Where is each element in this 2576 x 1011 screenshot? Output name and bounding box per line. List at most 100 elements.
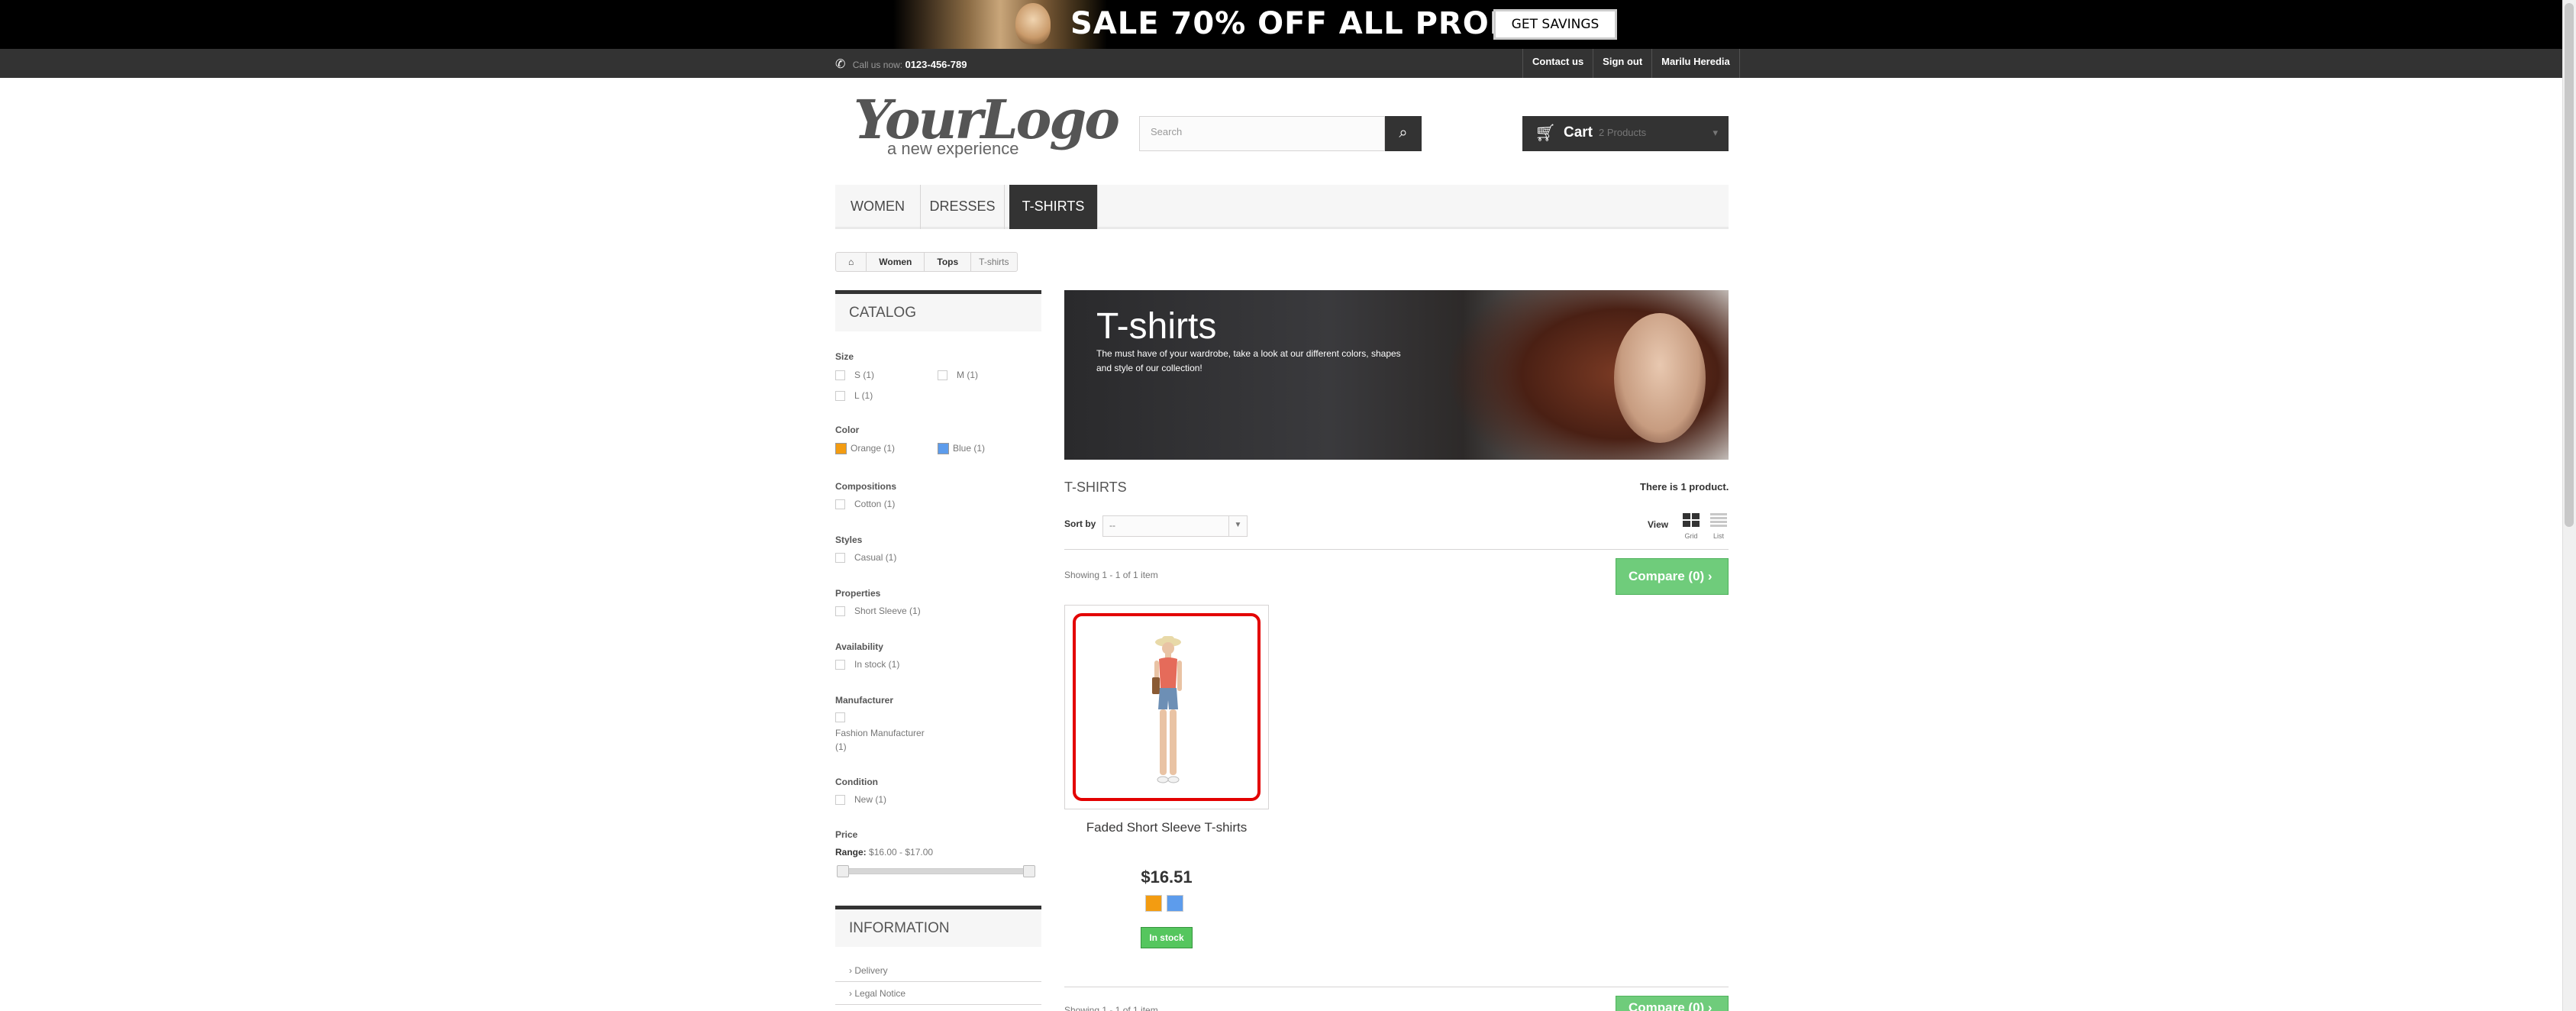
checkbox[interactable] [835,712,845,723]
product-name[interactable]: Faded Short Sleeve T-shirts [1064,820,1269,835]
view-label: View [1648,519,1669,530]
price-slider-min-handle[interactable] [837,865,849,877]
filter-availability-label: Availability [835,641,883,652]
cart-icon: 🛒︎ [1535,123,1556,142]
product-card[interactable] [1064,605,1269,809]
chevron-down-icon: ▼ [1228,516,1247,536]
filter-short-sleeve[interactable]: Short Sleeve (1) [835,606,921,617]
product-swatch-orange[interactable] [1145,895,1162,912]
category-heading: T-SHIRTS [1064,480,1127,495]
price-range: Range: $16.00 - $17.00 [835,847,933,858]
filter-short-sleeve-label: Short Sleeve (1) [854,606,921,616]
checkbox[interactable] [835,499,845,510]
contact-us-link[interactable]: Contact us [1522,49,1593,78]
filter-manufacturer-checkbox[interactable] [835,712,854,723]
menu-item-dresses[interactable]: DRESSES [921,185,1005,229]
filter-color-label: Color [835,425,860,435]
get-savings-button[interactable]: GET SAVINGS NOW [1493,9,1617,58]
account-link[interactable]: Marilu Heredia [1651,49,1740,78]
showing-count-bottom: Showing 1 - 1 of 1 item [1064,1005,1158,1011]
orange-swatch[interactable] [835,443,847,455]
checkbox[interactable] [835,606,845,617]
price-range-value: $16.00 - $17.00 [869,847,934,858]
checkbox[interactable] [835,370,845,381]
filter-color-orange[interactable]: Orange (1) [835,443,895,455]
grid-icon [1683,513,1700,527]
compare-button-bottom[interactable]: Compare (0) › [1616,996,1729,1011]
product-price: $16.51 [1141,867,1193,887]
filter-condition-label: Condition [835,777,878,787]
filter-size-l-label: L (1) [854,390,873,401]
filter-casual[interactable]: Casual (1) [835,552,896,564]
menu-item-t-shirts[interactable]: T-SHIRTS [1009,185,1098,229]
cart-count: 2 Products [1599,127,1647,138]
filter-manufacturer-count: (1) [835,741,847,752]
compare-label: Compare (0) [1629,1000,1705,1011]
price-slider-max-handle[interactable] [1023,865,1035,877]
home-icon[interactable]: ⌂ [836,253,867,271]
filter-price-label: Price [835,829,858,840]
main-menu: WOMEN DRESSES T-SHIRTS [835,185,1729,229]
top-links: Contact us Sign out Marilu Heredia [1522,49,1740,78]
chevron-right-icon: › [1707,1000,1712,1011]
search-button[interactable]: ⌕ [1385,116,1422,151]
list-icon [1710,513,1727,527]
divider [1064,549,1729,550]
phone-icon: ✆ [835,58,846,71]
list-view-label: List [1712,532,1724,540]
showing-count: Showing 1 - 1 of 1 item [1064,570,1158,580]
sign-out-link[interactable]: Sign out [1593,49,1651,78]
grid-view-button[interactable]: Grid [1683,513,1700,540]
breadcrumb-tops[interactable]: Tops [925,253,972,271]
banner-face-image [1614,313,1706,443]
call-us-label: Call us now: [852,60,903,70]
filter-size-s[interactable]: S (1) [835,370,874,381]
filter-manufacturer-name[interactable]: Fashion Manufacturer [835,728,925,738]
sort-by-label: Sort by [1064,518,1096,529]
checkbox[interactable] [835,660,845,670]
list-view-button[interactable]: List [1710,513,1727,540]
compare-button[interactable]: Compare (0) › [1616,558,1729,595]
breadcrumb-current: T-shirts [979,257,1009,267]
checkbox[interactable] [835,795,845,806]
filter-color-blue-label: Blue (1) [953,443,986,454]
site-logo[interactable]: YourLogo a new experience [854,93,1120,159]
filter-new[interactable]: New (1) [835,794,887,806]
filter-size-m[interactable]: M (1) [938,370,978,381]
filter-styles-label: Styles [835,535,863,545]
checkbox[interactable] [835,391,845,402]
info-delivery-label: Delivery [854,965,888,976]
product-image[interactable] [1073,613,1261,801]
breadcrumb: ⌂ Women Tops T-shirts [835,252,1018,272]
info-legal-notice-label: Legal Notice [854,988,906,999]
filter-size-m-label: M (1) [957,370,978,380]
cart-label: Cart [1564,124,1593,141]
compare-label: Compare (0) [1629,569,1705,583]
filter-cotton-label: Cotton (1) [854,499,896,509]
scrollbar-thumb[interactable] [2565,3,2574,527]
product-swatch-blue[interactable] [1167,895,1183,912]
price-slider[interactable] [838,868,1035,874]
checkbox[interactable] [835,553,845,564]
cart-button[interactable]: 🛒︎ Cart 2 Products ▾ [1522,116,1729,151]
chevron-down-icon: ▾ [1712,127,1718,138]
product-color-swatches [1145,895,1183,912]
checkbox[interactable] [938,370,947,381]
info-link-legal-notice[interactable]: › Legal Notice [835,982,1041,1005]
sort-select[interactable]: -- ▼ [1102,515,1248,537]
blue-swatch[interactable] [938,443,949,455]
filter-cotton[interactable]: Cotton (1) [835,499,896,510]
breadcrumb-women[interactable]: Women [867,253,925,271]
info-link-delivery[interactable]: › Delivery [835,959,1041,982]
filter-size-l[interactable]: L (1) [835,390,873,402]
filter-color-blue[interactable]: Blue (1) [938,443,986,455]
product-count: There is 1 product. [1640,481,1729,493]
filter-in-stock[interactable]: In stock (1) [835,659,899,670]
chevron-right-icon: › [1707,569,1712,583]
product-model-figure [1152,636,1182,783]
search-input[interactable]: Search [1139,116,1385,151]
menu-item-women[interactable]: WOMEN [835,185,921,229]
sort-select-value: -- [1109,520,1115,531]
information-heading: INFORMATION [835,906,1041,947]
filter-new-label: New (1) [854,794,887,805]
